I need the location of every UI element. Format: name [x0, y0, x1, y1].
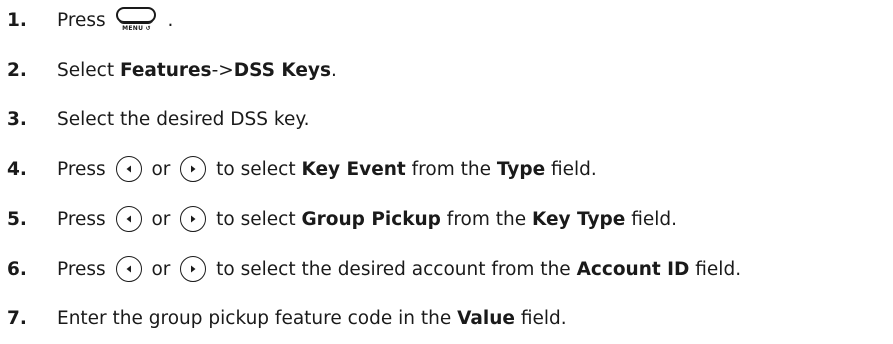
step-text-segment: field. — [545, 158, 597, 180]
ui-term: Key Type — [531, 208, 626, 230]
right-arrow-key-icon — [180, 156, 207, 182]
step-text-segment: Enter the group pickup feature code in t… — [57, 307, 458, 329]
step-text-segment: from the — [405, 158, 497, 180]
step-text-segment: to select the desired account from the — [210, 258, 577, 280]
ui-term: Group Pickup — [301, 208, 441, 230]
menu-key-icon: MENU ↺ — [114, 5, 160, 35]
ui-term: Account ID — [576, 258, 690, 280]
left-arrow-key-icon — [115, 206, 142, 232]
step-6: 6. Press or to select the desired accoun… — [0, 249, 741, 289]
step-text-segment: from the — [440, 208, 532, 230]
left-arrow-key-icon — [115, 256, 142, 282]
step-text-segment: Press — [57, 9, 112, 31]
step-text-segment: or — [145, 258, 177, 280]
ui-term: DSS Keys — [233, 59, 332, 81]
right-arrow-key-icon — [180, 256, 207, 282]
step-text: Press or to select the desired account f… — [57, 256, 741, 282]
step-2: 2. Select Features -> DSS Keys. — [0, 50, 337, 90]
step-text-segment: Press — [57, 158, 112, 180]
step-number: 2. — [7, 59, 27, 81]
step-number: 6. — [7, 258, 27, 280]
step-number: 3. — [7, 108, 27, 130]
right-arrow-key-icon — [180, 206, 207, 232]
step-text: Select Features -> DSS Keys. — [57, 60, 337, 81]
step-text: Enter the group pickup feature code in t… — [57, 308, 567, 329]
step-text-segment: or — [145, 158, 177, 180]
step-number: 5. — [7, 208, 27, 230]
step-text-segment: Select the desired DSS key. — [57, 108, 310, 130]
left-arrow-key-icon — [115, 156, 142, 182]
step-text-segment: . — [331, 59, 337, 81]
step-text: Press or to select Key Event from the Ty… — [57, 156, 597, 182]
step-text-segment: to select — [210, 208, 302, 230]
step-text-segment: or — [145, 208, 177, 230]
step-text-segment: field. — [514, 307, 567, 329]
step-text-segment: field. — [689, 258, 742, 280]
ui-term: Key Event — [301, 158, 406, 180]
step-text: Press or to select Group Pickup from the… — [57, 206, 677, 232]
step-text-segment: to select — [210, 158, 302, 180]
step-text-segment: Press — [57, 258, 112, 280]
instruction-steps: 1. Press MENU ↺ . 2. Select Features -> DS… — [0, 0, 893, 344]
step-text: Select the desired DSS key. — [57, 109, 310, 130]
ui-term: Value — [457, 307, 515, 329]
step-5: 5. Press or to select Group Pickup from … — [0, 199, 677, 239]
step-number: 7. — [7, 307, 27, 329]
ui-term: Type — [496, 158, 546, 180]
step-3: 3. Select the desired DSS key. — [0, 99, 310, 139]
step-text-segment: Select — [57, 59, 120, 81]
step-4: 4. Press or to select Key Event from the… — [0, 149, 597, 189]
step-7: 7. Enter the group pickup feature code i… — [0, 298, 567, 338]
ui-term: Features — [119, 59, 212, 81]
step-number: 4. — [7, 158, 27, 180]
step-1: 1. Press MENU ↺ . — [0, 0, 173, 40]
step-text-segment: -> — [211, 59, 234, 81]
step-text: Press MENU ↺ . — [57, 5, 173, 35]
step-text-segment: Press — [57, 208, 112, 230]
step-text-segment: . — [161, 9, 174, 31]
step-text-segment: field. — [625, 208, 678, 230]
menu-key-label: MENU ↺ — [122, 25, 152, 32]
step-number: 1. — [7, 9, 27, 31]
